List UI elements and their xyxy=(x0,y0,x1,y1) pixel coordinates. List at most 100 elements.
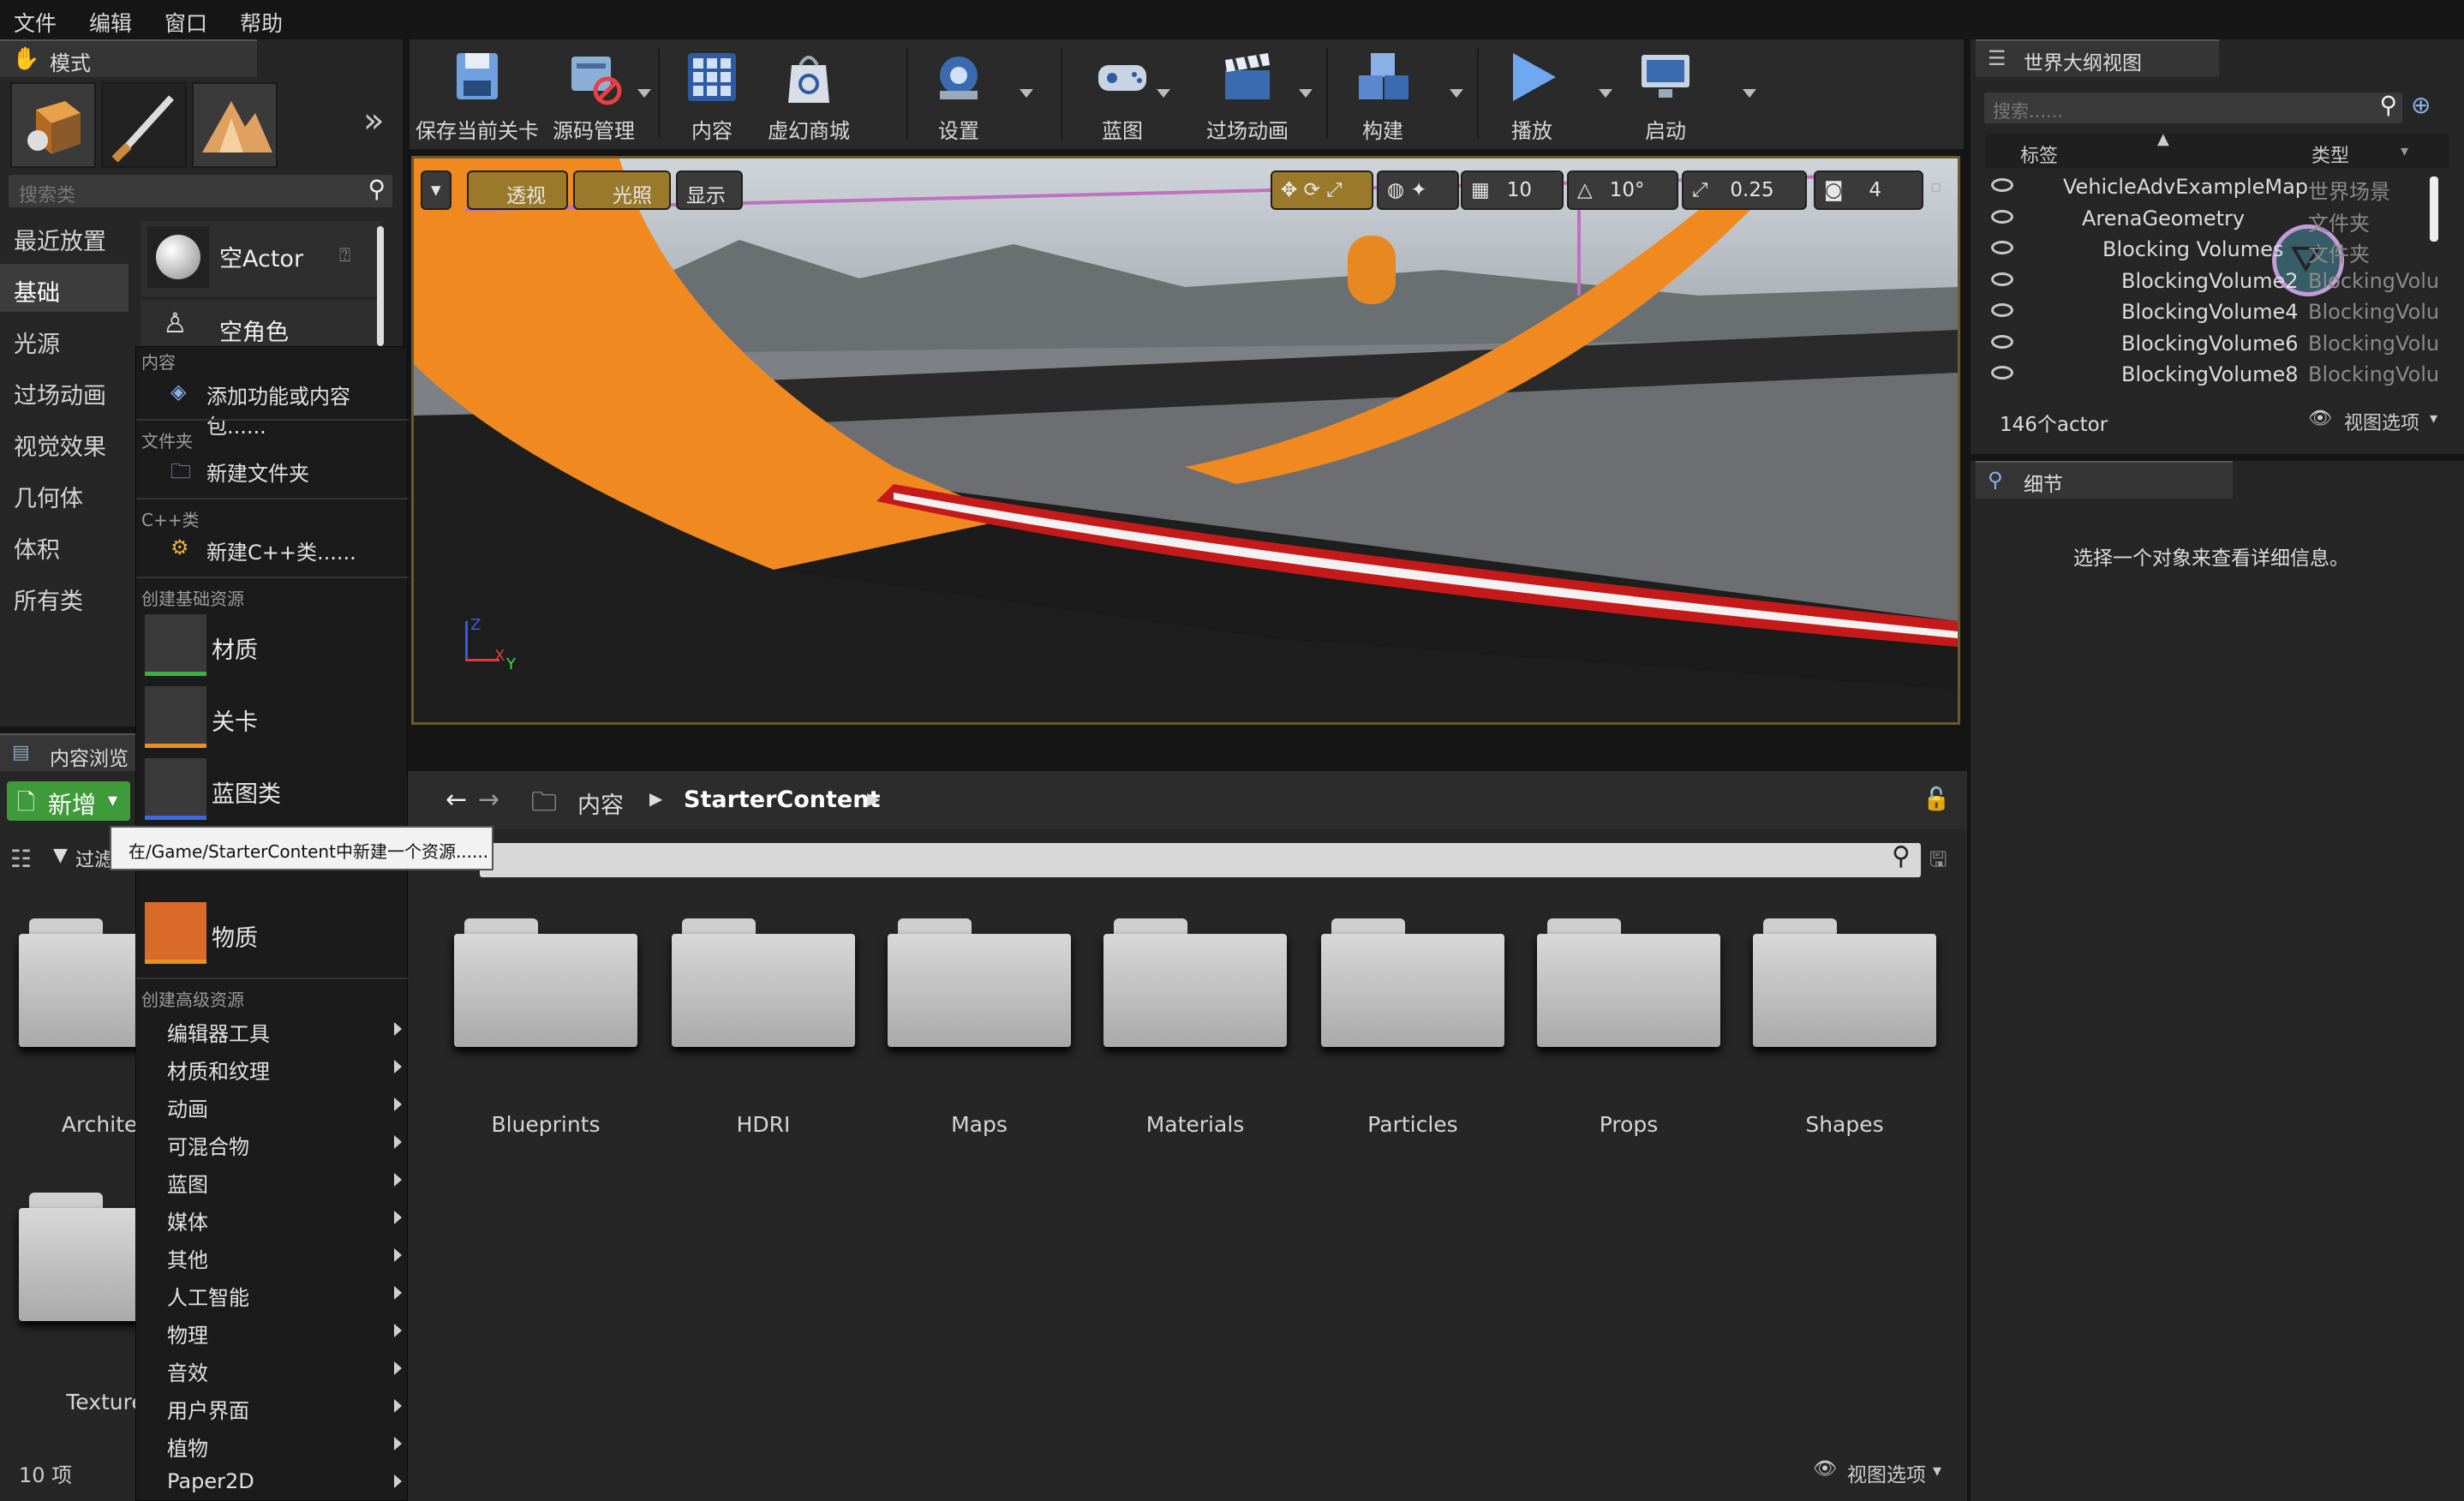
landscape-mode-button[interactable] xyxy=(192,82,278,168)
column-type-header[interactable]: 类型 xyxy=(2311,141,2349,168)
outliner-row[interactable]: Blocking Volumes 文件夹 xyxy=(1981,234,2443,266)
category-lights[interactable]: 光源 xyxy=(0,315,129,363)
menu-new-cpp[interactable]: 新建C++类...... xyxy=(206,535,356,565)
help-icon[interactable]: ⍰ xyxy=(339,245,350,266)
content-browser-tab[interactable]: ▤ 内容浏览 xyxy=(0,733,137,771)
menu-advanced-item[interactable]: 动画 xyxy=(167,1092,208,1122)
menu-advanced-item[interactable]: 其他 xyxy=(167,1243,208,1273)
play-dropdown-icon[interactable] xyxy=(1599,89,1612,98)
visibility-eye-icon[interactable] xyxy=(1991,303,2013,317)
visibility-eye-icon[interactable] xyxy=(1991,209,2013,224)
outliner-row[interactable]: BlockingVolume8 BlockingVolu xyxy=(1981,359,2443,390)
content-search-input[interactable]: ⚲ xyxy=(480,841,1921,877)
folder-hdri[interactable] xyxy=(672,918,855,1047)
visibility-eye-icon[interactable] xyxy=(1991,178,2013,192)
maximize-viewport-icon[interactable]: ▫ xyxy=(1930,176,1942,196)
outliner-row[interactable]: BlockingVolume6 BlockingVolu xyxy=(1981,328,2443,359)
filter-label[interactable]: 过滤 xyxy=(75,845,113,872)
view-options-button[interactable]: 视图选项 xyxy=(1847,1458,1926,1487)
source-control-button[interactable]: 源码管理 xyxy=(545,45,643,146)
category-all-classes[interactable]: 所有类 xyxy=(0,572,129,620)
camera-speed-button[interactable]: ◙ 4 xyxy=(1814,170,1923,210)
menu-advanced-item[interactable]: 材质和纹理 xyxy=(167,1055,270,1085)
eye-icon[interactable]: 👁 xyxy=(1813,1458,1837,1480)
menu-file[interactable]: 文件 xyxy=(14,7,57,38)
menu-window[interactable]: 窗口 xyxy=(164,7,207,38)
menu-level[interactable]: 关卡 xyxy=(212,703,258,737)
menu-advanced-item[interactable]: 媒体 xyxy=(167,1205,208,1235)
menu-advanced-item[interactable]: 音效 xyxy=(167,1356,208,1386)
outliner-row[interactable]: ArenaGeometry 文件夹 xyxy=(1981,203,2443,236)
lighting-button[interactable]: 光照 xyxy=(573,170,671,210)
menu-advanced-item[interactable]: 人工智能 xyxy=(167,1281,249,1311)
rotation-snap-button[interactable]: △ 10° xyxy=(1567,170,1678,210)
filter-icon[interactable]: ▼ xyxy=(53,845,68,866)
menu-advanced-item[interactable]: 可混合物 xyxy=(167,1130,249,1160)
settings-dropdown-icon[interactable] xyxy=(1020,89,1033,98)
more-modes-icon[interactable]: » xyxy=(363,101,384,141)
category-cinematic[interactable]: 过场动画 xyxy=(0,367,129,415)
save-level-button[interactable]: 保存当前关卡 xyxy=(413,45,541,146)
paint-mode-button[interactable] xyxy=(101,82,187,168)
sources-toggle-icon[interactable]: ☷ xyxy=(10,845,32,873)
outliner-view-options-button[interactable]: 视图选项 xyxy=(2344,408,2419,435)
outliner-row[interactable]: BlockingVolume4 BlockingVolu xyxy=(1981,296,2443,327)
path-starter-content[interactable]: StarterContent xyxy=(684,786,880,813)
path-separator-icon[interactable]: ▶ xyxy=(867,788,880,809)
menu-advanced-item[interactable]: 蓝图 xyxy=(167,1168,208,1198)
menu-advanced-item[interactable]: 物理 xyxy=(167,1319,208,1349)
menu-advanced-item[interactable]: Paper2D xyxy=(167,1469,254,1493)
scale-snap-button[interactable]: ⤢ 0.25 xyxy=(1682,170,1807,210)
outliner-row[interactable]: BlockingVolume2 BlockingVolu xyxy=(1981,266,2443,296)
blueprints-dropdown-icon[interactable] xyxy=(1157,89,1170,98)
category-volumes[interactable]: 体积 xyxy=(0,521,129,569)
category-geometry[interactable]: 几何体 xyxy=(0,469,129,517)
place-item-empty-actor[interactable]: 空Actor ⍰ xyxy=(141,221,382,296)
column-label-header[interactable]: 标签 xyxy=(2020,141,2058,168)
outliner-search-input[interactable]: 搜索...... ⚲ xyxy=(1984,91,2402,123)
menu-advanced-item[interactable]: 用户界面 xyxy=(167,1394,249,1424)
modes-tab[interactable]: ✋ 模式 xyxy=(0,39,257,77)
grid-snap-button[interactable]: ▦ 10 xyxy=(1461,170,1564,210)
launch-button[interactable]: 启动 xyxy=(1618,45,1713,146)
build-dropdown-icon[interactable] xyxy=(1450,89,1463,98)
outliner-row[interactable]: VehicleAdvExampleMap 世界场景 xyxy=(1981,171,2443,204)
world-outliner-tab[interactable]: ☰ 世界大纲视图 xyxy=(1976,39,2219,77)
world-local-toggle[interactable]: ◍ ✦ xyxy=(1377,170,1459,210)
menu-blueprint-class[interactable]: 蓝图类 xyxy=(212,775,281,809)
folder-blueprints[interactable] xyxy=(454,918,637,1047)
cinematics-dropdown-icon[interactable] xyxy=(1299,89,1313,98)
folder-particles[interactable] xyxy=(1321,918,1504,1047)
chevron-down-icon[interactable]: ▾ xyxy=(1933,1460,1941,1480)
visibility-eye-icon[interactable] xyxy=(1991,366,2013,380)
source-control-dropdown-icon[interactable] xyxy=(637,89,651,98)
category-recent[interactable]: 最近放置 xyxy=(0,212,129,260)
menu-add-feature[interactable]: 添加功能或内容包...... xyxy=(206,380,407,440)
folder-shapes[interactable] xyxy=(1753,918,1936,1047)
save-search-icon[interactable]: 🖫 xyxy=(1929,845,1947,880)
folder-props[interactable] xyxy=(1537,918,1720,1047)
chevron-down-icon[interactable]: ▾ xyxy=(2430,410,2437,428)
play-button[interactable]: 播放 xyxy=(1484,45,1580,146)
menu-material[interactable]: 材质 xyxy=(212,631,258,665)
forward-arrow-icon[interactable]: → xyxy=(478,785,499,815)
details-tab[interactable]: ⚲ 细节 xyxy=(1976,461,2233,499)
show-button[interactable]: 显示 xyxy=(676,170,743,210)
folder-materials[interactable] xyxy=(1103,918,1287,1047)
category-visual-effects[interactable]: 视觉效果 xyxy=(0,418,129,466)
launch-dropdown-icon[interactable] xyxy=(1743,89,1756,98)
build-button[interactable]: 构建 xyxy=(1331,45,1434,146)
place-item-empty-character[interactable]: ♙ 空角色 xyxy=(141,300,382,348)
lock-icon[interactable]: 🔓 xyxy=(1923,786,1950,812)
transform-tools[interactable]: ✥ ⟳ ⤢ xyxy=(1271,170,1373,210)
menu-help[interactable]: 帮助 xyxy=(240,7,283,38)
settings-button[interactable]: 设置 xyxy=(913,45,1004,146)
menu-edit[interactable]: 编辑 xyxy=(89,7,132,38)
add-actor-icon[interactable]: ⊕ xyxy=(2411,91,2431,119)
folder-maps[interactable] xyxy=(888,918,1071,1047)
menu-substance[interactable]: 物质 xyxy=(212,919,258,953)
eye-icon[interactable]: 👁 xyxy=(2308,408,2332,429)
cinematics-button[interactable]: 过场动画 xyxy=(1187,45,1307,146)
visibility-eye-icon[interactable] xyxy=(1991,272,2013,286)
menu-new-folder[interactable]: 新建文件夹 xyxy=(206,457,309,487)
